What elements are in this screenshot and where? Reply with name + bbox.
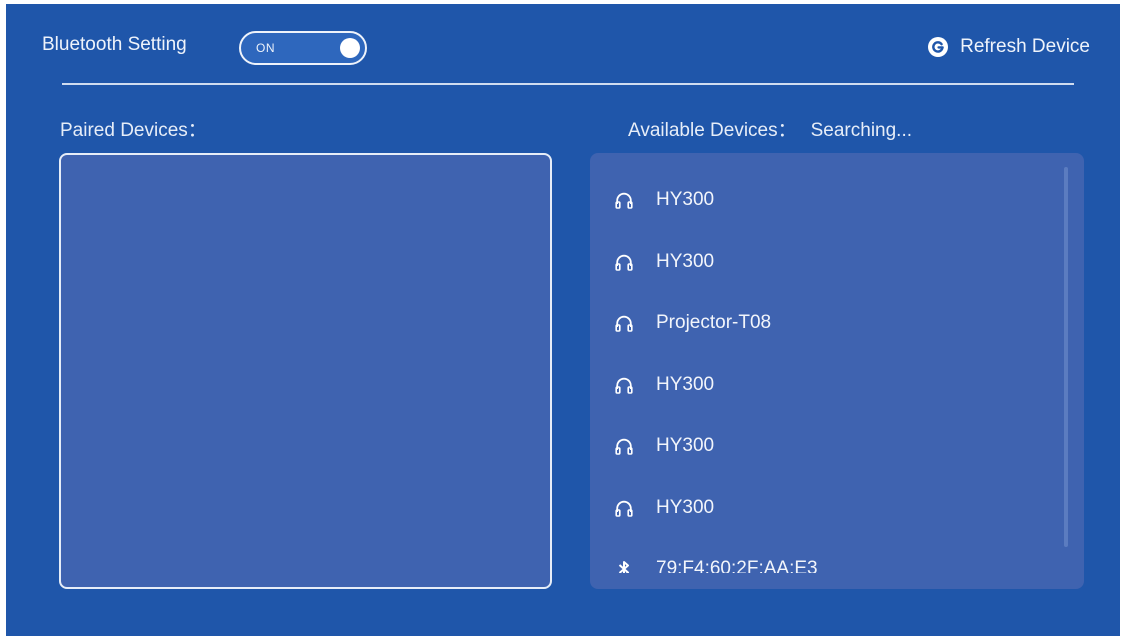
device-item[interactable]: HY300 (614, 367, 1034, 403)
available-devices-panel: HY300 HY300 Projector-T08 HY300 HY300 HY300 79… (590, 153, 1084, 589)
available-devices-list: HY300 HY300 Projector-T08 HY300 HY300 HY300 79… (590, 153, 1060, 573)
available-devices-label: Available Devices： (628, 120, 797, 141)
device-name: HY300 (656, 435, 715, 456)
refresh-device-label: Refresh Device (960, 36, 1090, 57)
device-item[interactable]: HY300 (614, 490, 1034, 526)
device-item[interactable]: 79:F4:60:2F:AA:E3 (614, 551, 1034, 573)
refresh-device-button[interactable]: Refresh Device (928, 32, 1090, 62)
device-name: Projector-T08 (656, 312, 772, 333)
bluetooth-icon (618, 561, 629, 573)
paired-devices-panel[interactable] (59, 153, 552, 589)
refresh-icon (928, 37, 949, 57)
device-item[interactable]: Projector-T08 (614, 305, 1034, 341)
device-name: HY300 (656, 250, 715, 272)
device-item[interactable]: HY300 (614, 244, 1034, 280)
headphones-icon (615, 500, 633, 517)
header-divider (62, 83, 1074, 85)
headphones-icon (615, 192, 633, 209)
search-status: Searching... (810, 120, 913, 141)
device-item[interactable]: HY300 (614, 182, 1034, 218)
device-item[interactable]: HY300 (614, 428, 1034, 464)
bluetooth-toggle[interactable]: ON (239, 31, 367, 65)
headphones-icon (615, 254, 633, 271)
toggle-knob (340, 38, 360, 58)
headphones-icon (615, 438, 633, 455)
bluetooth-setting-label: Bluetooth Setting (42, 34, 187, 55)
device-name: 79:F4:60:2F:AA:E3 (656, 558, 818, 573)
device-name: HY300 (656, 189, 715, 210)
toggle-state-label: ON (256, 41, 275, 55)
device-name: HY300 (656, 496, 715, 518)
headphones-icon (615, 315, 633, 332)
paired-devices-title: Paired Devices： (60, 120, 207, 141)
headphones-icon (615, 377, 633, 394)
device-name: HY300 (656, 373, 715, 395)
available-devices-title: Available Devices： Searching... (628, 115, 912, 142)
scrollbar[interactable] (1064, 167, 1068, 547)
bluetooth-settings-screen: Bluetooth Setting ON Refresh Device Pair… (6, 4, 1120, 636)
